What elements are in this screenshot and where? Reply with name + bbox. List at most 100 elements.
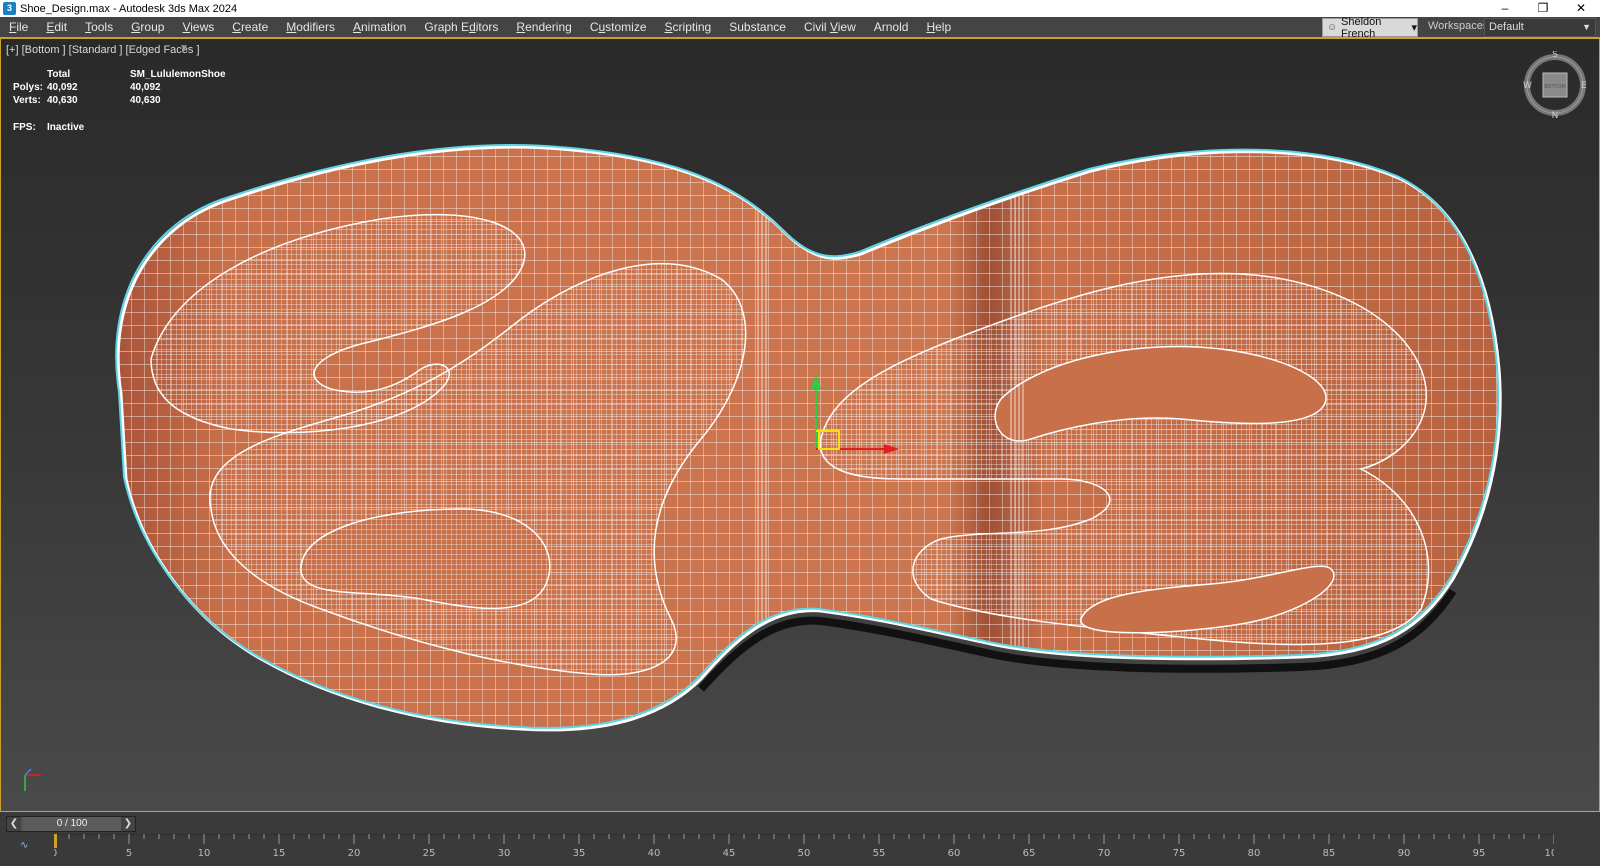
menu-item-rendering[interactable]: Rendering [507, 17, 580, 38]
menu-accelerator: S [664, 19, 673, 34]
chevron-down-icon: ▾ [1411, 22, 1417, 34]
ruler-tick-label: 20 [348, 848, 361, 859]
menu-text: nimation [361, 19, 407, 34]
menu-text: Graph E [424, 19, 470, 34]
timeline-ruler[interactable]: 0 5 10 15 20 25 30 35 40 45 50 55 60 65 70 75 80 85 90 95 10… [54, 834, 1554, 866]
user-icon: ☺ [1327, 21, 1338, 33]
ruler-tick-label: 50 [798, 848, 811, 859]
menu-text: iews [190, 19, 215, 34]
viewport-bottom[interactable]: [+] [Bottom ] [Standard ] [Edged Faces ]… [0, 38, 1600, 812]
menu-item-modifiers[interactable]: Modifiers [277, 17, 344, 38]
ruler-tick-label: 10 [198, 848, 211, 859]
ruler-tick-label: 0 [54, 848, 57, 859]
viewcube-east[interactable]: E [1581, 81, 1587, 91]
ruler-tick-label: 95 [1473, 848, 1486, 859]
menu-item-scripting[interactable]: Scripting [656, 17, 721, 38]
ruler-tick-label: 5 [126, 848, 132, 859]
menu-item-views[interactable]: Views [173, 17, 223, 38]
ruler-tick-label: 60 [948, 848, 961, 859]
timeline: ❮ 0 / 100 ❯ ∿ 0 5 10 15 20 25 30 35 40 45 50 55 60 65… [0, 812, 1600, 866]
shoe-sole-mesh[interactable] [1, 39, 1600, 812]
fps-readout: FPS: Inactive [13, 122, 84, 133]
menu-text: odifiers [296, 19, 335, 34]
menu-item-customize[interactable]: Customize [581, 17, 656, 38]
menu-accelerator: M [286, 19, 297, 34]
menu-item-create[interactable]: Create [223, 17, 277, 38]
menu-item-file[interactable]: File [0, 17, 37, 38]
stats-verts-object: 40,630 [130, 95, 161, 106]
menu-text: dit [54, 19, 68, 34]
menu-item-substance[interactable]: Substance [720, 17, 795, 38]
ruler-tick-label: 100 [1544, 848, 1554, 859]
ruler-tick-label: 15 [273, 848, 286, 859]
close-button[interactable]: ✕ [1562, 0, 1600, 17]
menu-text: cripting [672, 19, 712, 34]
ruler-tick-label: 25 [423, 848, 436, 859]
menu-accelerator: R [516, 19, 526, 34]
menu-bar: File Edit Tools Group Views Create Modifiers An… [0, 15, 1600, 40]
ruler-tick-label: 30 [498, 848, 511, 859]
menu-item-civil-view[interactable]: Civil View [795, 17, 865, 38]
menu-item-help[interactable]: Help [917, 17, 960, 38]
ruler-tick-label: 70 [1098, 848, 1111, 859]
menu-text: endering [525, 19, 572, 34]
chevron-down-icon: ▼ [1582, 22, 1591, 32]
menu-item-edit[interactable]: Edit [37, 17, 76, 38]
menu-item-animation[interactable]: Animation [344, 17, 415, 38]
menu-item-graph-editors[interactable]: Graph Editors [415, 17, 507, 38]
ruler-tick-label: 80 [1248, 848, 1261, 859]
viewcube-south[interactable]: S [1552, 51, 1558, 60]
menu-text: Substance [729, 19, 786, 34]
minimize-button[interactable]: – [1486, 0, 1524, 17]
menu-accelerator: d [469, 19, 476, 34]
stats-header-object: SM_LululemonShoe [130, 69, 226, 80]
menu-text: reate [240, 19, 269, 34]
ruler-tick-label: 85 [1323, 848, 1336, 859]
menu-item-arnold[interactable]: Arnold [865, 17, 918, 38]
workspaces-label: Workspaces: [1428, 20, 1492, 32]
workspaces-value: Default [1489, 21, 1524, 33]
ruler-tick-label: 65 [1023, 848, 1036, 859]
menu-text: ile [16, 19, 29, 34]
stats-verts-total: 40,630 [47, 95, 78, 106]
menu-text: Arnold [873, 19, 909, 34]
ruler-tick-label: 40 [648, 848, 661, 859]
axis-tripod-icon [24, 768, 41, 791]
viewcube-north[interactable]: N [1552, 111, 1559, 119]
fps-label: FPS: [13, 122, 36, 133]
window-title: Shoe_Design.max - Autodesk 3ds Max 2024 [20, 2, 238, 15]
current-frame-marker[interactable] [54, 834, 57, 848]
menu-accelerator: H [926, 19, 936, 34]
menu-text: itors [475, 19, 499, 34]
viewcube-west[interactable]: W [1523, 81, 1532, 91]
ruler-tick-label: 90 [1398, 848, 1411, 859]
chevron-left-icon[interactable]: ❮ [7, 817, 21, 831]
time-slider-value[interactable]: 0 / 100 [23, 817, 121, 831]
menu-text: stomize [605, 19, 647, 34]
viewport-label[interactable]: [+] [Bottom ] [Standard ] [Edged Faces ] [6, 44, 200, 56]
viewcube-face[interactable]: BOTTOM [1544, 84, 1566, 90]
user-name: Sheldon French [1341, 15, 1382, 40]
chevron-right-icon[interactable]: ❯ [121, 817, 135, 831]
menu-accelerator: C [232, 19, 241, 34]
menu-text: Civil [803, 19, 830, 34]
menu-accelerator: A [352, 19, 361, 34]
time-slider[interactable]: ❮ 0 / 100 ❯ [6, 816, 136, 832]
menu-item-group[interactable]: Group [122, 17, 173, 38]
menu-text: roup [140, 19, 165, 34]
stats-header-total: Total [47, 69, 71, 80]
viewcube[interactable]: BOTTOM S W E N [1521, 51, 1589, 119]
menu-item-tools[interactable]: Tools [76, 17, 122, 38]
menu-text: iew [837, 19, 856, 34]
workspaces-select[interactable]: Default ▼ [1484, 18, 1596, 37]
menu-accelerator: V [829, 19, 838, 34]
user-account-button[interactable]: ☺ Sheldon French ▾ [1322, 15, 1418, 40]
ruler-tick-label: 35 [573, 848, 586, 859]
restore-button[interactable]: ❐ [1524, 0, 1562, 17]
ruler-tick-label: 75 [1173, 848, 1186, 859]
ruler-tick-label: 45 [723, 848, 736, 859]
stats-polys-object: 40,092 [130, 82, 161, 93]
curve-editor-icon[interactable]: ∿ [20, 840, 28, 851]
title-bar: 3 Shoe_Design.max - Autodesk 3ds Max 202… [0, 0, 1600, 17]
filter-icon[interactable]: ▼ [179, 43, 189, 54]
